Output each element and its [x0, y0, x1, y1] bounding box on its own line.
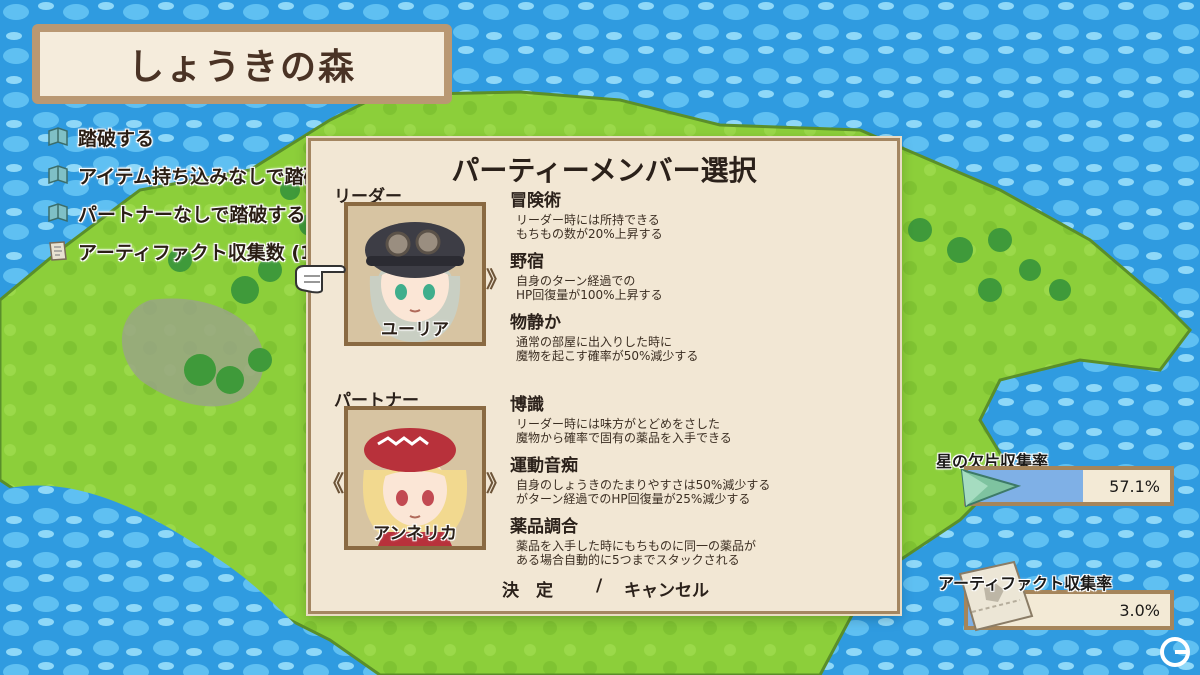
- partner-portrait[interactable]: アンネリカ: [344, 406, 486, 550]
- skill-desc-line: 自身のターン経過での: [516, 274, 636, 288]
- leader-name: ユーリア: [381, 320, 449, 340]
- skill-desc-line: HP回復量が100%上昇する: [516, 288, 663, 302]
- star-shard-rate-value: 57.1%: [1109, 476, 1160, 496]
- leader-skill: 物静か 通常の部屋に出入りした時に 魔物を起こす確率が50%減少する: [510, 308, 840, 363]
- map-scroll-icon: [49, 241, 67, 261]
- leader-portrait[interactable]: ユーリア: [344, 202, 486, 346]
- area-title: しょうきの森: [127, 47, 356, 88]
- book-icon: [48, 127, 68, 147]
- skill-name: 冒険術: [510, 191, 561, 211]
- skill-desc-line: 魔物を起こす確率が50%減少する: [516, 349, 699, 363]
- skill-desc-line: 薬品を入手した時にもちものに同一の薬品が: [516, 539, 757, 553]
- objective-label: パートナーなしで踏破する: [78, 203, 306, 226]
- skill-desc-line: もちもの数が20%上昇する: [516, 227, 663, 241]
- skill-desc-line: リーダー時には味方がとどめをさした: [516, 417, 721, 431]
- skill-name: 野宿: [510, 252, 544, 272]
- skill-desc-line: 通常の部屋に出入りした時に: [516, 335, 673, 349]
- site-logo-icon: [1160, 637, 1190, 667]
- book-icon: [48, 165, 68, 185]
- pointing-hand-cursor-icon: [295, 265, 346, 294]
- artifact-map-icon: [958, 560, 1034, 632]
- skill-desc-line: がターン経過でのHP回復量が25%減少する: [516, 492, 751, 506]
- partner-skill: 博識 リーダー時には味方がとどめをさした 魔物から確率で固有の薬品を入手できる: [510, 390, 840, 445]
- partner-skill: 運動音痴 自身のしょうきのたまりやすさは50%減少する がターン経過でのHP回復…: [510, 451, 840, 506]
- star-shard-icon: [960, 468, 1022, 508]
- skill-name: 薬品調合: [510, 517, 578, 537]
- leader-next-arrow[interactable]: 》: [486, 262, 508, 294]
- skill-name: 博識: [510, 395, 544, 415]
- partner-next-arrow[interactable]: 》: [486, 466, 508, 498]
- partner-skill: 薬品調合 薬品を入手した時にもちものに同一の薬品が ある場合自動的に5つまでスタ…: [510, 512, 840, 567]
- skill-desc-line: ある場合自動的に5つまでスタックされる: [516, 553, 740, 567]
- objective-label: 踏破する: [78, 127, 155, 150]
- area-banner: しょうきの森: [22, 18, 462, 110]
- action-separator: /: [596, 576, 603, 596]
- leader-skill: 野宿 自身のターン経過での HP回復量が100%上昇する: [510, 247, 840, 302]
- partner-prev-arrow[interactable]: 《: [322, 466, 344, 498]
- confirm-button[interactable]: 決 定: [502, 576, 553, 601]
- partner-name: アンネリカ: [373, 524, 457, 544]
- artifact-rate-value: 3.0%: [1119, 600, 1160, 620]
- skill-name: 運動音痴: [510, 456, 578, 476]
- artifact-rate-label: アーティファクト収集率: [938, 574, 1113, 593]
- skill-name: 物静か: [510, 313, 561, 333]
- skill-desc-line: 自身のしょうきのたまりやすさは50%減少する: [516, 478, 771, 492]
- leader-skill: 冒険術 リーダー時には所持できる もちもの数が20%上昇する: [510, 186, 840, 241]
- book-icon: [48, 203, 68, 223]
- skill-desc-line: 魔物から確率で固有の薬品を入手できる: [516, 431, 732, 445]
- cancel-button[interactable]: キャンセル: [624, 576, 709, 601]
- skill-desc-line: リーダー時には所持できる: [516, 213, 660, 227]
